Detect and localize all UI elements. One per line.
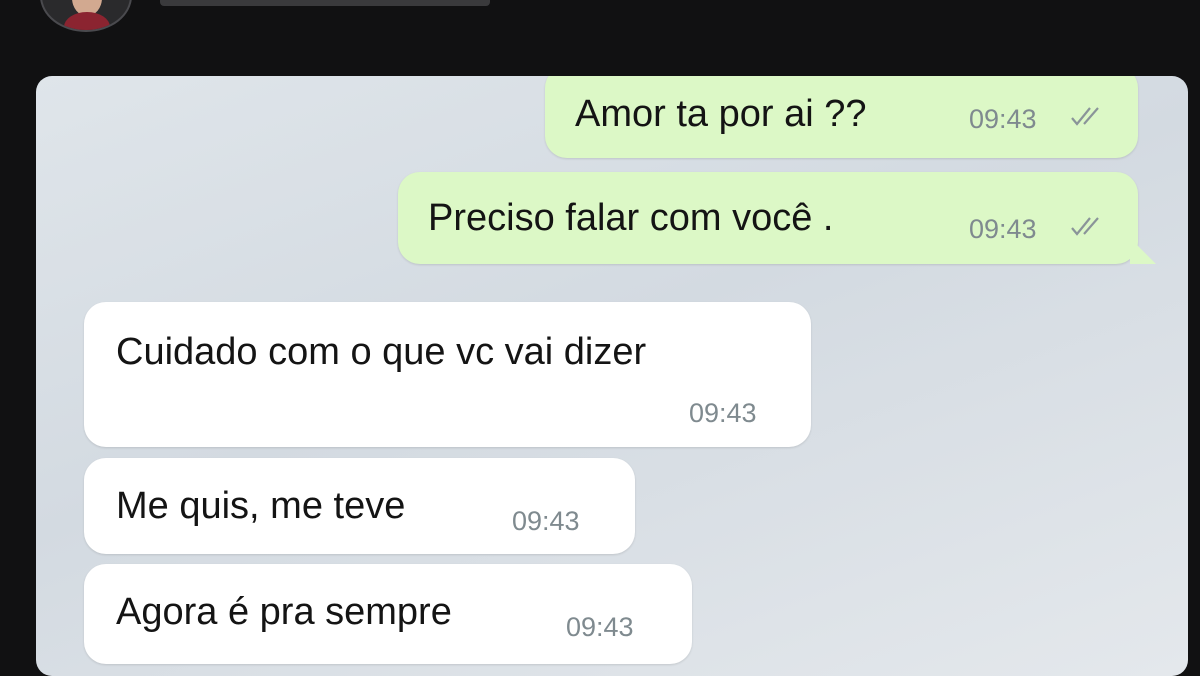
message-text: Agora é pra sempre — [116, 591, 452, 633]
message-time: 09:43 — [566, 612, 634, 642]
message-time: 09:43 — [969, 104, 1037, 134]
avatar[interactable] — [40, 0, 132, 32]
chat-area[interactable]: Amor ta por ai ?? 09:43 Preciso falar co… — [36, 76, 1188, 676]
message-text: Me quis, me teve — [116, 485, 406, 527]
message-time: 09:43 — [689, 398, 757, 428]
message-outgoing[interactable]: Amor ta por ai ?? 09:43 — [545, 76, 1138, 158]
message-incoming[interactable]: Cuidado com o que vc vai dizer 09:43 — [84, 302, 811, 447]
message-time: 09:43 — [512, 506, 580, 536]
message-text: Preciso falar com você . — [428, 197, 834, 239]
message-incoming[interactable]: Me quis, me teve 09:43 — [84, 458, 635, 554]
message-time: 09:43 — [969, 214, 1037, 244]
double-check-icon — [1071, 217, 1099, 236]
message-text: Cuidado com o que vc vai dizer — [116, 331, 647, 373]
avatar-collar — [64, 12, 110, 30]
message-outgoing[interactable]: Preciso falar com você . 09:43 — [398, 172, 1138, 264]
message-incoming[interactable]: Agora é pra sempre 09:43 — [84, 564, 692, 664]
double-check-icon — [1071, 107, 1099, 126]
contact-name-obscured — [160, 0, 490, 6]
message-text: Amor ta por ai ?? — [575, 93, 867, 135]
